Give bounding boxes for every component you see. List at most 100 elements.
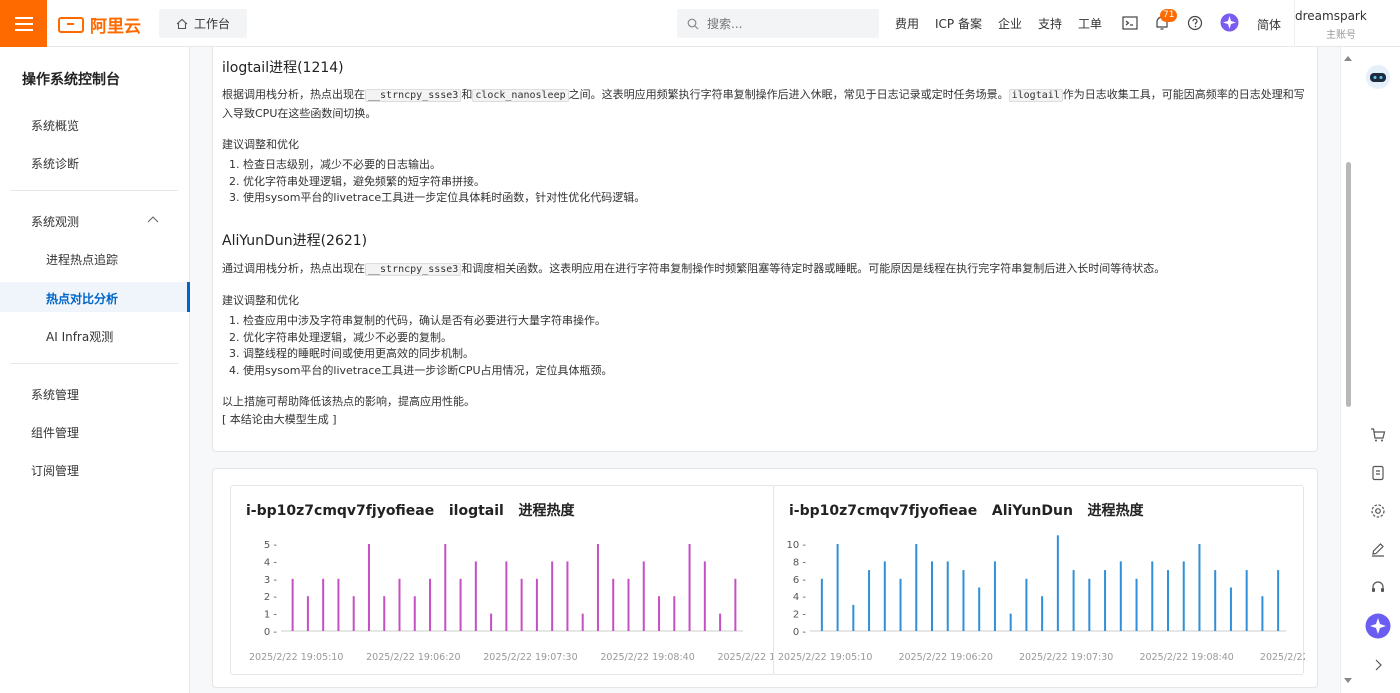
nav-link-enterprise[interactable]: 企业 bbox=[998, 15, 1022, 32]
chart-bar[interactable] bbox=[703, 561, 706, 631]
chart-bar[interactable] bbox=[719, 613, 722, 631]
chart-bar[interactable] bbox=[383, 596, 386, 631]
expand-toolbar-button[interactable] bbox=[1368, 655, 1388, 675]
chart-bar[interactable] bbox=[931, 561, 933, 631]
user-account-menu[interactable]: dreamspark 主账号 bbox=[1294, 0, 1400, 47]
chart-bar[interactable] bbox=[474, 561, 477, 631]
sidebar-item-hotspot-trace[interactable]: 进程热点追踪 bbox=[46, 251, 118, 268]
search-box[interactable] bbox=[677, 9, 879, 38]
chart-bar[interactable] bbox=[946, 561, 949, 631]
sidebar-item-hotspot-compare[interactable]: 热点对比分析 bbox=[46, 290, 118, 307]
scrollbar-thumb[interactable] bbox=[1346, 162, 1351, 407]
ai-spark-button[interactable] bbox=[1365, 613, 1391, 639]
settings-button[interactable] bbox=[1368, 501, 1388, 521]
chart-bar[interactable] bbox=[978, 587, 981, 632]
chart-bar[interactable] bbox=[1088, 578, 1091, 631]
chart-bar[interactable] bbox=[322, 578, 325, 631]
workbench-button[interactable]: 工作台 bbox=[159, 9, 247, 38]
sidebar-item-ai-infra[interactable]: AI Infra观测 bbox=[46, 328, 113, 345]
nav-link-icp[interactable]: ICP 备案 bbox=[935, 15, 982, 32]
chart-bar[interactable] bbox=[1135, 578, 1138, 631]
chart-bar[interactable] bbox=[1151, 561, 1154, 631]
sparkle-icon bbox=[1365, 613, 1391, 639]
chart-bar[interactable] bbox=[1229, 587, 1232, 632]
chart-bar[interactable] bbox=[1009, 613, 1012, 631]
chart-bar[interactable] bbox=[535, 578, 538, 631]
chart-bar[interactable] bbox=[429, 578, 432, 631]
nav-link-ticket[interactable]: 工单 bbox=[1078, 15, 1102, 32]
chart-bar[interactable] bbox=[836, 544, 839, 631]
edit-button[interactable] bbox=[1368, 539, 1388, 559]
support-button[interactable] bbox=[1368, 577, 1388, 597]
chart-bar[interactable] bbox=[734, 578, 737, 631]
chart-bar[interactable] bbox=[915, 544, 918, 631]
chart-bar[interactable] bbox=[962, 570, 965, 631]
search-input[interactable] bbox=[707, 16, 857, 31]
chart-bar[interactable] bbox=[642, 561, 645, 631]
chart-bar[interactable] bbox=[596, 544, 599, 631]
sidebar-item-subscription[interactable]: 订阅管理 bbox=[31, 462, 79, 479]
chart-bar[interactable] bbox=[1167, 570, 1169, 631]
sidebar-item-overview[interactable]: 系统概览 bbox=[31, 117, 79, 134]
x-tick-label: 2025/2/22 19:07:30 bbox=[1019, 652, 1113, 663]
chart-bar[interactable] bbox=[1025, 578, 1028, 631]
nav-link-billing[interactable]: 费用 bbox=[895, 15, 919, 32]
chart-bar[interactable] bbox=[581, 613, 584, 631]
chart-bar[interactable] bbox=[1056, 535, 1059, 631]
feedback-button[interactable] bbox=[1368, 463, 1388, 483]
ai-assistant-icon[interactable] bbox=[1220, 13, 1239, 32]
chart-bar[interactable] bbox=[459, 578, 462, 631]
chart-bar[interactable] bbox=[1261, 596, 1264, 631]
chart-bar[interactable] bbox=[1072, 570, 1075, 631]
chart-bar[interactable] bbox=[1245, 570, 1248, 631]
assistant-avatar[interactable] bbox=[1365, 64, 1391, 90]
chart-bar[interactable] bbox=[1041, 596, 1044, 631]
chart-bar[interactable] bbox=[306, 596, 309, 631]
chart-bar[interactable] bbox=[520, 578, 523, 631]
chart-bar[interactable] bbox=[688, 544, 691, 631]
chart-bar[interactable] bbox=[367, 544, 370, 631]
chart-bar[interactable] bbox=[291, 578, 294, 631]
chart-bar[interactable] bbox=[820, 578, 823, 631]
chart-bar[interactable] bbox=[1119, 561, 1122, 631]
cart-button[interactable] bbox=[1368, 425, 1388, 445]
language-switch[interactable]: 简体 bbox=[1257, 16, 1281, 33]
chart-bar[interactable] bbox=[1198, 544, 1201, 631]
chart-bar[interactable] bbox=[899, 578, 902, 631]
chart-bar[interactable] bbox=[352, 596, 355, 631]
aliyun-logo[interactable]: 阿里云 bbox=[58, 12, 141, 37]
main-scrollbar[interactable] bbox=[1342, 47, 1354, 693]
chart-bar[interactable] bbox=[627, 578, 630, 631]
sidebar-item-components[interactable]: 组件管理 bbox=[31, 424, 79, 441]
chart-bar[interactable] bbox=[490, 613, 493, 631]
chart-bar[interactable] bbox=[444, 544, 447, 631]
chart-bar[interactable] bbox=[1104, 570, 1107, 631]
hamburger-menu-button[interactable] bbox=[0, 0, 47, 47]
chart-bar[interactable] bbox=[852, 604, 855, 631]
scroll-down-icon[interactable] bbox=[1344, 678, 1352, 684]
sidebar-item-diagnosis[interactable]: 系统诊断 bbox=[31, 155, 79, 172]
chevron-up-icon[interactable] bbox=[147, 215, 159, 223]
chart-bar[interactable] bbox=[883, 561, 886, 631]
chart-bar[interactable] bbox=[993, 561, 996, 631]
chart-bar[interactable] bbox=[566, 561, 569, 631]
nav-link-support[interactable]: 支持 bbox=[1038, 15, 1062, 32]
chart-bar[interactable] bbox=[551, 561, 554, 631]
chart-bar[interactable] bbox=[1277, 570, 1280, 631]
chart-bar[interactable] bbox=[868, 570, 871, 631]
chart-bar[interactable] bbox=[673, 596, 676, 631]
chart-bar[interactable] bbox=[658, 596, 661, 631]
chart-bar[interactable] bbox=[1214, 570, 1217, 631]
chart-bar[interactable] bbox=[413, 596, 416, 631]
sidebar-item-manage[interactable]: 系统管理 bbox=[31, 386, 79, 403]
sidebar-item-observe[interactable]: 系统观测 bbox=[31, 213, 79, 230]
chart-bar[interactable] bbox=[1182, 561, 1185, 631]
chart-bar[interactable] bbox=[398, 578, 401, 631]
help-icon[interactable] bbox=[1186, 14, 1204, 32]
chart-bar[interactable] bbox=[612, 578, 615, 631]
chart-bar[interactable] bbox=[337, 578, 340, 631]
chart-bar[interactable] bbox=[505, 561, 508, 631]
terminal-icon[interactable] bbox=[1121, 14, 1139, 32]
scroll-up-icon[interactable] bbox=[1344, 55, 1352, 61]
code-span: __strncpy_ssse3 bbox=[365, 89, 462, 102]
